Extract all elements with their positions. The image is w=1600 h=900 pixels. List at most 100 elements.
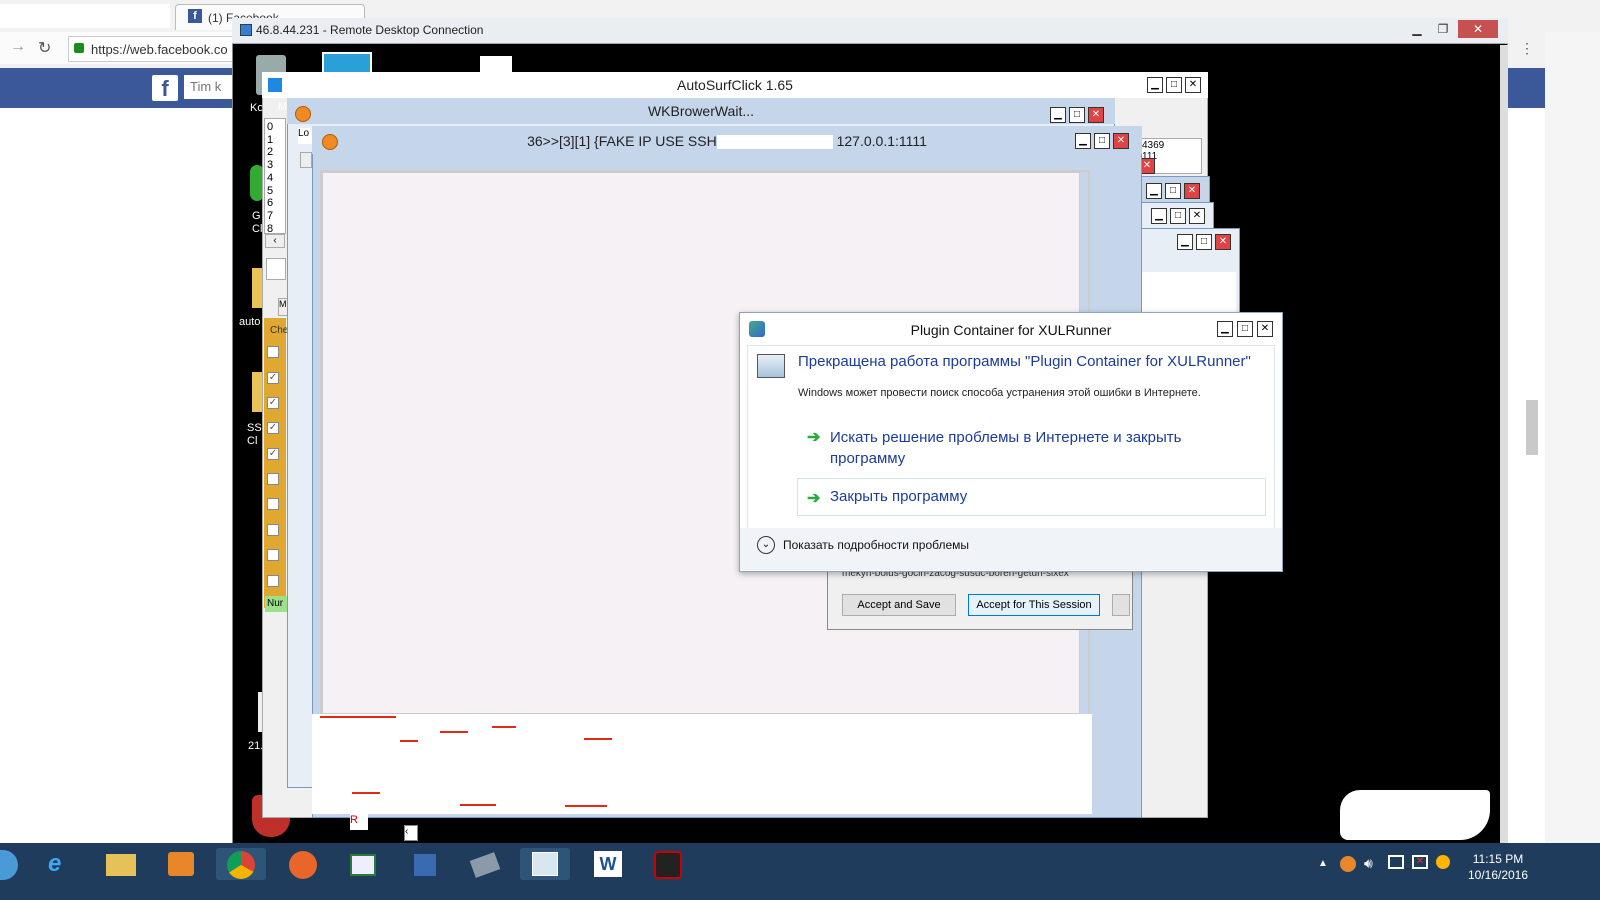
taskbar-chrome-icon[interactable] xyxy=(216,848,266,880)
row-checkbox[interactable] xyxy=(267,524,279,536)
list-item[interactable]: 7 xyxy=(267,210,283,223)
list-item[interactable]: 6 xyxy=(267,197,283,210)
asc-number-list[interactable]: 0 1 2 3 4 5 6 7 8 xyxy=(264,118,286,235)
rdp-close-button[interactable]: ✕ xyxy=(1458,20,1498,38)
redaction-mark xyxy=(440,731,468,733)
browser-scrollbar[interactable] xyxy=(1526,400,1538,455)
crashed-program-icon xyxy=(757,354,785,378)
asc-input[interactable] xyxy=(266,258,286,280)
list-item[interactable]: 1 xyxy=(267,134,283,147)
minimize-button[interactable]: ▁ xyxy=(1151,208,1167,224)
desktop-icon-app[interactable] xyxy=(322,52,372,74)
desktop-icon-label[interactable]: SSI Cl xyxy=(247,422,265,448)
maximize-button[interactable]: □ xyxy=(1170,208,1186,224)
list-item[interactable]: 4 xyxy=(267,172,283,185)
taskbar-firefox-icon[interactable] xyxy=(278,848,328,880)
taskbar-app-icon[interactable] xyxy=(338,848,388,880)
taskbar-clock[interactable]: 11:15 PM 10/16/2016 xyxy=(1448,851,1548,883)
side-number: 4369 xyxy=(1142,140,1165,151)
asc-num-label: Nur xyxy=(265,596,287,612)
list-item[interactable]: 5 xyxy=(267,185,283,198)
network-error-icon[interactable]: ✕ xyxy=(1412,855,1428,869)
show-details-link[interactable]: Показать подробности проблемы xyxy=(783,538,969,552)
taskbar-word-icon[interactable]: W xyxy=(582,848,632,880)
accept-for-session-button[interactable]: Accept for This Session xyxy=(968,594,1100,616)
row-checkbox[interactable] xyxy=(267,346,279,358)
search-solution-option[interactable]: Искать решение проблемы в Интернете и за… xyxy=(830,427,1230,469)
tray-display-icon[interactable] xyxy=(1388,855,1404,869)
wk-close-button[interactable]: ✕ xyxy=(1088,107,1104,123)
address-bar[interactable]: https://web.facebook.co xyxy=(68,36,248,62)
scroll-left-icon[interactable]: ‹ xyxy=(404,825,418,841)
taskbar-ie-icon[interactable]: e xyxy=(36,848,86,880)
wkbrowser-title: WKBrowerWait... xyxy=(647,103,755,119)
menu-icon[interactable]: ⋮ xyxy=(1520,40,1534,57)
facebook-favicon-icon: f xyxy=(188,9,202,23)
dialog-close-button[interactable]: ✕ xyxy=(1257,321,1273,337)
maximize-button[interactable]: □ xyxy=(1196,234,1212,250)
chevron-down-icon[interactable]: ⌄ xyxy=(757,536,775,554)
rdp-minimize-button[interactable]: ▁ xyxy=(1404,20,1430,38)
main-maximize-button[interactable]: □ xyxy=(1094,133,1110,149)
arrow-right-icon: ➔ xyxy=(807,429,821,446)
redaction xyxy=(1340,790,1490,840)
fb-search-placeholder: Tim k xyxy=(190,79,222,94)
tray-expand-icon[interactable]: ▲ xyxy=(1318,858,1328,869)
close-button[interactable]: ✕ xyxy=(1215,234,1231,250)
maximize-button[interactable]: □ xyxy=(1165,183,1181,199)
taskbar-explorer-icon[interactable] xyxy=(96,848,146,880)
asc-close-button[interactable]: ✕ xyxy=(1185,77,1201,93)
minimize-button[interactable]: ▁ xyxy=(1177,234,1193,250)
volume-icon[interactable]: 🔊︎ xyxy=(1364,855,1373,872)
row-checkbox[interactable]: ✓ xyxy=(267,422,279,434)
tray-app-icon[interactable] xyxy=(1340,856,1356,872)
close-program-option[interactable]: Закрыть программу xyxy=(830,488,967,505)
rdp-maximize-button[interactable]: ❐ xyxy=(1430,20,1456,38)
row-checkbox[interactable]: ✓ xyxy=(267,397,279,409)
row-checkbox[interactable] xyxy=(267,549,279,561)
taskbar-game-icon[interactable] xyxy=(642,848,692,880)
taskbar-tools-icon[interactable] xyxy=(460,848,510,880)
dialog-app-icon xyxy=(749,321,765,337)
asc-minimize-button[interactable]: ▁ xyxy=(1147,77,1163,93)
asc-maximize-button[interactable]: □ xyxy=(1166,77,1182,93)
bottom-redaction xyxy=(440,766,1090,814)
rdp-title: 46.8.44.231 - Remote Desktop Connection xyxy=(256,23,484,37)
accept-and-save-button[interactable]: Accept and Save xyxy=(842,594,956,616)
row-checkbox[interactable] xyxy=(267,498,279,510)
facebook-logo-icon[interactable]: f xyxy=(152,75,178,101)
row-checkbox[interactable]: ✓ xyxy=(267,372,279,384)
reload-icon[interactable]: ↻ xyxy=(38,38,51,58)
wk-maximize-button[interactable]: □ xyxy=(1069,107,1085,123)
dialog-maximize-button[interactable]: □ xyxy=(1237,321,1253,337)
scroll-left-icon[interactable]: ‹ xyxy=(265,234,285,248)
redaction xyxy=(716,135,833,150)
list-item[interactable]: 0 xyxy=(267,121,283,134)
forward-icon[interactable]: → xyxy=(10,38,26,56)
minimize-button[interactable]: ▁ xyxy=(1146,183,1162,199)
row-checkbox[interactable] xyxy=(267,575,279,587)
list-item[interactable]: 2 xyxy=(267,146,283,159)
asc-m-label: M xyxy=(278,101,288,113)
taskbar-media-icon[interactable] xyxy=(156,848,206,880)
wk-minimize-button[interactable]: ▁ xyxy=(1050,107,1066,123)
cert-extra-button[interactable] xyxy=(1112,594,1130,616)
dialog-minimize-button[interactable]: ▁ xyxy=(1217,321,1233,337)
list-item[interactable]: 3 xyxy=(267,159,283,172)
rdp-app-icon xyxy=(240,24,252,36)
main-close-button[interactable]: ✕ xyxy=(1113,133,1129,149)
desktop-icon-label[interactable]: auto xyxy=(239,316,260,328)
main-minimize-button[interactable]: ▁ xyxy=(1075,133,1091,149)
redaction xyxy=(0,4,170,28)
taskbar-network-icon[interactable] xyxy=(400,848,450,880)
taskbar-rdp-icon[interactable] xyxy=(520,848,570,880)
rdp-scrollbar[interactable] xyxy=(1500,45,1508,845)
autosurfclick-titlebar: AutoSurfClick 1.65 xyxy=(262,72,1208,98)
close-button[interactable]: ✕ xyxy=(1189,208,1205,224)
redaction-mark xyxy=(320,716,396,718)
row-checkbox[interactable]: ✓ xyxy=(267,448,279,460)
row-checkbox[interactable] xyxy=(267,473,279,485)
close-button[interactable]: ✕ xyxy=(1184,183,1200,199)
main-titlebar: 36>>[3][1] {FAKE IP USE SSH 127.0.0.1:11… xyxy=(312,126,1142,154)
wk-input[interactable] xyxy=(300,152,312,168)
